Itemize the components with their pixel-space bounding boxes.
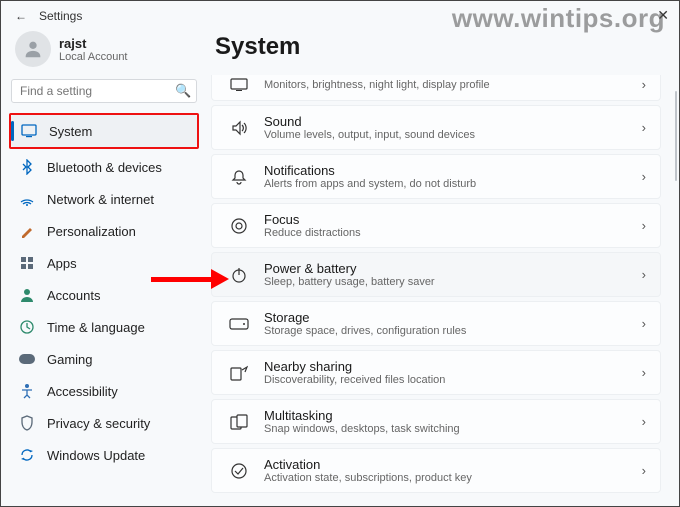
- nav-icon: [17, 414, 37, 432]
- sidebar-item-personalization[interactable]: Personalization: [9, 215, 199, 247]
- nav-label: Privacy & security: [47, 416, 150, 431]
- card-icon: [226, 462, 252, 480]
- card-subtitle: Volume levels, output, input, sound devi…: [264, 129, 642, 141]
- card-title: Focus: [264, 212, 642, 227]
- nav-icon: [19, 122, 39, 140]
- card-title: Notifications: [264, 163, 642, 178]
- card-icon: [226, 414, 252, 430]
- card-icon: [226, 120, 252, 136]
- nav-label: Network & internet: [47, 192, 154, 207]
- sidebar-item-network-internet[interactable]: Network & internet: [9, 183, 199, 215]
- nav-label: Apps: [47, 256, 77, 271]
- card-title: Multitasking: [264, 408, 642, 423]
- chevron-right-icon: ›: [642, 169, 646, 184]
- titlebar: ← Settings: [1, 1, 679, 27]
- nav-icon: [17, 190, 37, 208]
- sidebar-item-accounts[interactable]: Accounts: [9, 279, 199, 311]
- card-icon: [226, 318, 252, 330]
- card-subtitle: Discoverability, received files location: [264, 374, 642, 386]
- card-subtitle: Monitors, brightness, night light, displ…: [264, 79, 642, 91]
- avatar: [15, 31, 51, 67]
- sidebar-item-bluetooth-devices[interactable]: Bluetooth & devices: [9, 151, 199, 183]
- nav-label: Personalization: [47, 224, 136, 239]
- nav-label: Time & language: [47, 320, 145, 335]
- sidebar-item-apps[interactable]: Apps: [9, 247, 199, 279]
- card-subtitle: Storage space, drives, configuration rul…: [264, 325, 642, 337]
- card-power-battery[interactable]: Power & batterySleep, battery usage, bat…: [211, 252, 661, 297]
- sidebar-item-time-language[interactable]: Time & language: [9, 311, 199, 343]
- card-notifications[interactable]: NotificationsAlerts from apps and system…: [211, 154, 661, 199]
- card-subtitle: Alerts from apps and system, do not dist…: [264, 178, 642, 190]
- chevron-right-icon: ›: [642, 316, 646, 331]
- card-display[interactable]: DisplayMonitors, brightness, night light…: [211, 75, 661, 101]
- card-multitasking[interactable]: MultitaskingSnap windows, desktops, task…: [211, 399, 661, 444]
- card-title: Storage: [264, 310, 642, 325]
- card-subtitle: Reduce distractions: [264, 227, 642, 239]
- card-title: Sound: [264, 114, 642, 129]
- card-title: Power & battery: [264, 261, 642, 276]
- user-block[interactable]: rajst Local Account: [9, 27, 199, 79]
- chevron-right-icon: ›: [642, 120, 646, 135]
- card-nearby-sharing[interactable]: Nearby sharingDiscoverability, received …: [211, 350, 661, 395]
- card-subtitle: Activation state, subscriptions, product…: [264, 472, 642, 484]
- nav-icon: [17, 158, 37, 176]
- nav-label: Accessibility: [47, 384, 118, 399]
- scrollbar[interactable]: [674, 91, 677, 496]
- search-input[interactable]: [20, 84, 175, 98]
- card-icon: [226, 217, 252, 235]
- nav-icon: [17, 222, 37, 240]
- card-list: DisplayMonitors, brightness, night light…: [211, 75, 661, 493]
- main-panel: System DisplayMonitors, brightness, nigh…: [207, 27, 679, 504]
- card-icon: [226, 365, 252, 381]
- close-button[interactable]: ✕: [657, 7, 669, 24]
- sidebar-item-gaming[interactable]: Gaming: [9, 343, 199, 375]
- sidebar-item-windows-update[interactable]: Windows Update: [9, 439, 199, 471]
- nav-icon: [17, 350, 37, 368]
- card-icon: [226, 78, 252, 92]
- card-subtitle: Sleep, battery usage, battery saver: [264, 276, 642, 288]
- window-title: Settings: [39, 9, 82, 23]
- nav-icon: [17, 382, 37, 400]
- card-icon: [226, 266, 252, 284]
- nav-label: Gaming: [47, 352, 93, 367]
- card-sound[interactable]: SoundVolume levels, output, input, sound…: [211, 105, 661, 150]
- card-focus[interactable]: FocusReduce distractions›: [211, 203, 661, 248]
- nav-label: Bluetooth & devices: [47, 160, 162, 175]
- chevron-right-icon: ›: [642, 218, 646, 233]
- card-subtitle: Snap windows, desktops, task switching: [264, 423, 642, 435]
- sidebar-item-accessibility[interactable]: Accessibility: [9, 375, 199, 407]
- annotation-highlight: System: [9, 113, 199, 149]
- nav-label: System: [49, 124, 92, 139]
- card-activation[interactable]: ActivationActivation state, subscription…: [211, 448, 661, 493]
- search-box[interactable]: 🔍: [11, 79, 197, 103]
- nav-icon: [17, 318, 37, 336]
- scrollbar-thumb[interactable]: [675, 91, 677, 181]
- search-icon: 🔍: [175, 83, 191, 99]
- card-title: Activation: [264, 457, 642, 472]
- chevron-right-icon: ›: [642, 463, 646, 478]
- nav-icon: [17, 446, 37, 464]
- chevron-right-icon: ›: [642, 267, 646, 282]
- user-subtitle: Local Account: [59, 51, 128, 63]
- chevron-right-icon: ›: [642, 414, 646, 429]
- back-button[interactable]: ←: [13, 9, 29, 23]
- card-title: Nearby sharing: [264, 359, 642, 374]
- nav-label: Accounts: [47, 288, 100, 303]
- nav-icon: [17, 254, 37, 272]
- page-title: System: [215, 33, 661, 61]
- card-storage[interactable]: StorageStorage space, drives, configurat…: [211, 301, 661, 346]
- sidebar-item-system[interactable]: System: [11, 115, 197, 147]
- sidebar: rajst Local Account 🔍 System Bluetooth & …: [1, 27, 207, 504]
- chevron-right-icon: ›: [642, 365, 646, 380]
- user-name: rajst: [59, 36, 128, 51]
- nav-list: System Bluetooth & devices Network & inter…: [9, 113, 199, 471]
- chevron-right-icon: ›: [642, 77, 646, 92]
- sidebar-item-privacy-security[interactable]: Privacy & security: [9, 407, 199, 439]
- nav-icon: [17, 286, 37, 304]
- card-icon: [226, 169, 252, 185]
- nav-label: Windows Update: [47, 448, 145, 463]
